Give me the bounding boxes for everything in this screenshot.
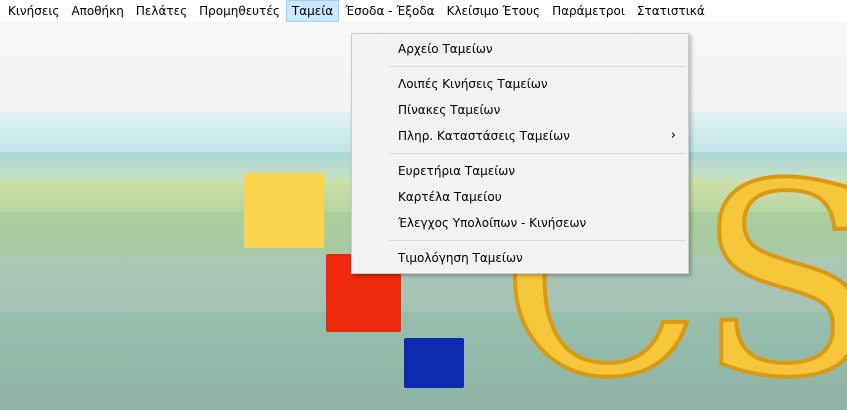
menu-item-elegxos-ypoloipon[interactable]: Έλεγχος Υπολοίπων - Κινήσεων [352,210,688,236]
application-window: Κινήσεις Αποθήκη Πελάτες Προμηθευτές Ταμ… [0,0,847,410]
menu-item-label: Πληρ. Καταστάσεις Ταμείων [398,129,570,143]
menu-item-eyretiria-tameion[interactable]: Ευρετήρια Ταμείων [352,158,688,184]
logo-yellow-square [244,173,324,248]
menu-separator [388,66,686,67]
menu-bar: Κινήσεις Αποθήκη Πελάτες Προμηθευτές Ταμ… [0,0,847,22]
menu-parametroi[interactable]: Παράμετροι [546,0,631,22]
menu-pelates[interactable]: Πελάτες [130,0,193,22]
menu-item-timologisi-tameion[interactable]: Τιμολόγηση Ταμείων [352,245,688,271]
menu-kleisimo-etous[interactable]: Κλείσιμο Έτους [441,0,546,22]
menu-tameia[interactable]: Ταμεία [285,0,340,22]
menu-statistika[interactable]: Στατιστικά [631,0,711,22]
menu-apothiki[interactable]: Αποθήκη [65,0,129,22]
menu-promitheytes[interactable]: Προμηθευτές [193,0,286,22]
menu-item-archeio-tameion[interactable]: Αρχείο Ταμείων [352,36,688,62]
logo-blue-square [404,338,464,388]
submenu-arrow-icon: › [670,128,676,143]
menu-item-pinakes-tameion[interactable]: Πίνακες Ταμείων [352,97,688,123]
menu-item-kartela-tameiou[interactable]: Καρτέλα Ταμείου [352,184,688,210]
menu-separator [388,153,686,154]
menu-kiniseis[interactable]: Κινήσεις [2,0,65,22]
tameia-dropdown-menu: Αρχείο Ταμείων Λοιπές Κινήσεις Ταμείων Π… [351,33,689,274]
menu-esoda-exoda[interactable]: Έσοδα - Έξοδα [339,0,440,22]
menu-item-loipes-kiniseis[interactable]: Λοιπές Κινήσεις Ταμείων [352,71,688,97]
menu-item-pliroforiakes-katastaseis[interactable]: Πληρ. Καταστάσεις Ταμείων › [352,123,688,149]
menu-separator [388,240,686,241]
